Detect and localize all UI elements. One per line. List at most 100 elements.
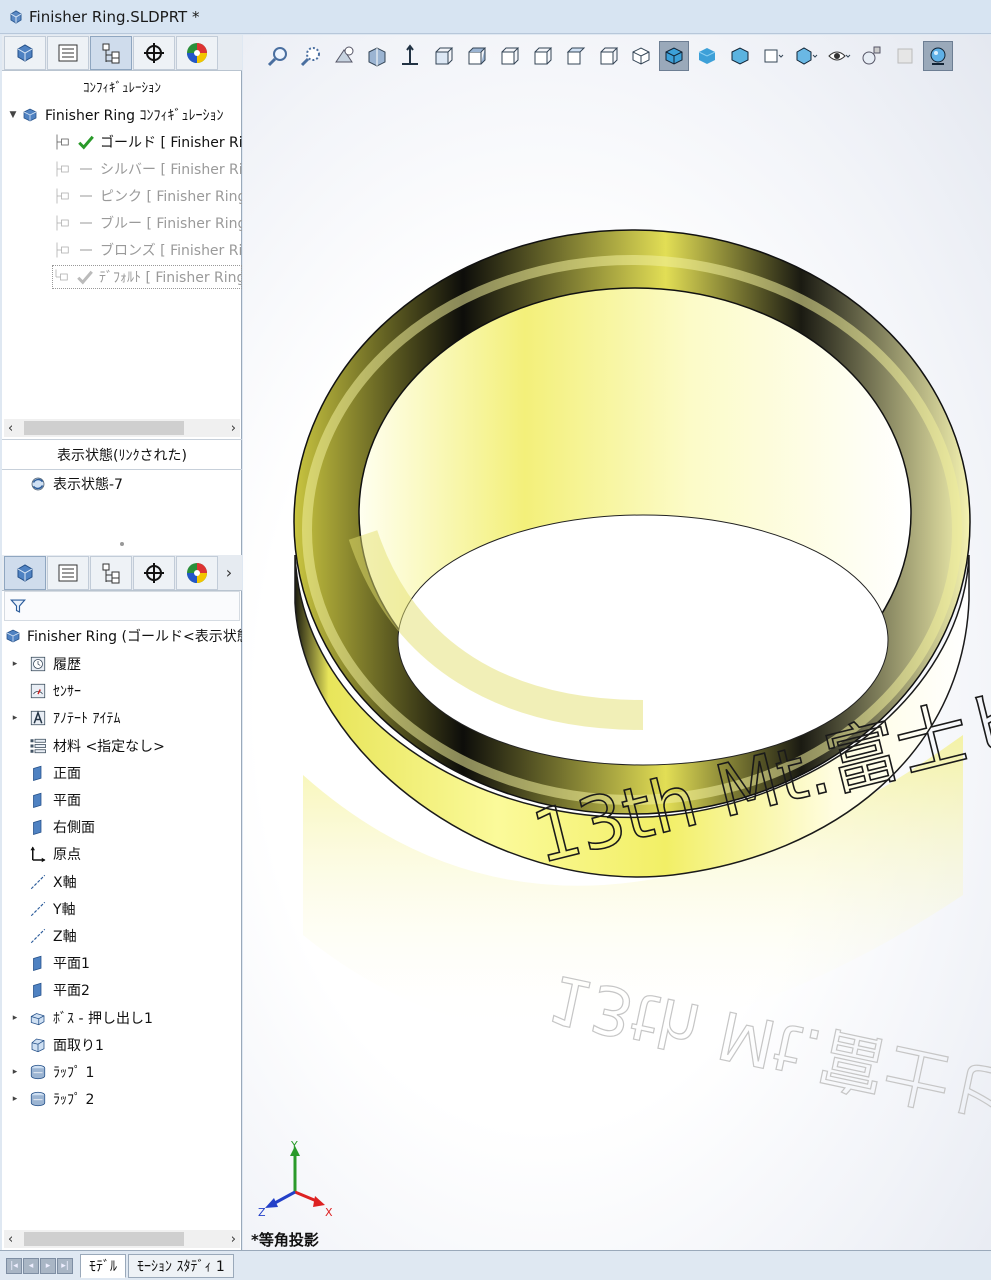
feature-tree-item[interactable]: 右側面 — [8, 815, 240, 839]
shaded-button[interactable] — [692, 41, 722, 71]
feature-tree-item[interactable]: 平面 — [8, 788, 240, 812]
tree-filter[interactable] — [4, 591, 240, 621]
hide-show-items-dropdown[interactable] — [791, 41, 821, 71]
config-horizontal-scrollbar[interactable]: ‹ › — [4, 419, 240, 437]
config-item-silver[interactable]: シルバー [ Finisher Ring — [54, 157, 242, 181]
feature-tree-item[interactable]: 平面1 — [8, 951, 240, 975]
config-item-default[interactable]: ﾃﾞﾌｫﾙﾄ [ Finisher Ring — [52, 265, 242, 289]
graphics-viewport[interactable]: 13th Mt.富士ヒルク 13th Mt.富士ヒルク Y X Z *等角投影 — [243, 35, 991, 1250]
tab-feature-manager[interactable] — [4, 35, 46, 70]
feature-tree-item[interactable]: 正面 — [8, 761, 240, 785]
plane-icon — [28, 790, 48, 810]
feature-tree-item-label: 右側面 — [53, 820, 95, 836]
expand-arrow-icon[interactable]: ▸ — [8, 713, 22, 723]
cube-view-icon — [468, 47, 487, 65]
tab-dimxpert-manager[interactable] — [133, 35, 175, 70]
view-right-button[interactable] — [527, 41, 557, 71]
view-front-button[interactable] — [428, 41, 458, 71]
history-icon — [28, 654, 48, 674]
view-back-button[interactable] — [461, 41, 491, 71]
shaded-with-edges-button[interactable] — [659, 41, 689, 71]
config-branch-icon — [54, 240, 72, 260]
tab-feature-manager-2[interactable] — [4, 555, 46, 590]
display-state-label: 表示状態-7 — [53, 477, 123, 493]
hidden-lines-button[interactable] — [725, 41, 755, 71]
feature-tree-item[interactable]: ｾﾝｻｰ — [8, 679, 240, 703]
config-item-blue[interactable]: ブルー [ Finisher Ring ] — [54, 211, 242, 235]
plane-icon — [28, 763, 48, 783]
feature-tree-item[interactable]: 面取り1 — [8, 1033, 240, 1057]
tab-display-manager[interactable] — [176, 35, 218, 70]
next-tab-icon[interactable]: ▸ — [40, 1257, 56, 1274]
view-orientation-button[interactable] — [395, 41, 425, 71]
first-tab-icon[interactable]: |◂ — [6, 1257, 22, 1274]
feature-tree-item[interactable]: Z軸 — [8, 924, 240, 948]
coordinate-triad: Y X Z — [258, 1140, 333, 1219]
apply-scene-button[interactable] — [890, 41, 920, 71]
feature-tree-item[interactable]: ▸ ﾗｯﾌﾟ 1 — [8, 1060, 240, 1084]
feature-tree-item[interactable]: ▸ 履歴 — [8, 652, 240, 676]
tab-property-manager[interactable] — [47, 35, 89, 70]
more-tabs-chevron-icon[interactable]: › — [219, 556, 239, 590]
expand-arrow-icon[interactable]: ▸ — [8, 1067, 22, 1077]
config-branch-icon — [54, 132, 72, 152]
tab-configuration-manager[interactable] — [90, 35, 132, 70]
scroll-left-icon[interactable]: ‹ — [8, 1232, 13, 1247]
config-item-gold[interactable]: ゴールド [ Finisher Ring — [54, 130, 242, 154]
config-item-bronze[interactable]: ブロンズ [ Finisher Ring — [54, 238, 242, 262]
view-left-button[interactable] — [494, 41, 524, 71]
config-root[interactable]: ▼ Finisher Ring ｺﾝﾌｨｷﾞｭﾚｰｼｮﾝ — [6, 103, 242, 127]
filter-icon[interactable] — [9, 597, 27, 615]
appearance-sphere-icon — [187, 42, 207, 63]
feature-tree-item[interactable]: Y軸 — [8, 897, 240, 921]
ring-model[interactable]: 13th Mt.富士ヒルク 13th Mt.富士ヒルク — [243, 35, 991, 1250]
view-isometric-button[interactable] — [626, 41, 656, 71]
feature-tree-item-label: 原点 — [53, 847, 81, 863]
tab-display-manager-2[interactable] — [176, 555, 218, 590]
config-item-pink[interactable]: ピンク [ Finisher Ring ] — [54, 184, 242, 208]
tab-dimxpert-manager-2[interactable] — [133, 555, 175, 590]
expand-arrow-icon[interactable]: ▸ — [8, 1094, 22, 1104]
tree-horizontal-scrollbar[interactable]: ‹ › — [4, 1230, 240, 1248]
realview-graphics-button[interactable] — [923, 41, 953, 71]
zoom-to-fit-button[interactable] — [263, 41, 293, 71]
collapse-arrow-icon[interactable]: ▼ — [6, 110, 20, 120]
prev-tab-icon[interactable]: ◂ — [23, 1257, 39, 1274]
view-visibility-dropdown[interactable] — [824, 41, 854, 71]
feature-tree-item[interactable]: ▸ ｱﾉﾃｰﾄ ｱｲﾃﾑ — [8, 706, 240, 730]
expand-arrow-icon[interactable]: ▸ — [8, 1013, 22, 1023]
tab-configuration-manager-2[interactable] — [90, 555, 132, 590]
scroll-left-icon[interactable]: ‹ — [8, 421, 13, 436]
last-tab-icon[interactable]: ▸| — [57, 1257, 73, 1274]
config-item-label: ピンク [ Finisher Ring ] — [100, 189, 242, 205]
triad-y-label: Y — [290, 1140, 298, 1152]
bottom-tab-bar: |◂ ◂ ▸ ▸| ﾓﾃﾞﾙ ﾓｰｼｮﾝ ｽﾀﾃﾞｨ 1 — [0, 1250, 991, 1280]
previous-view-button[interactable] — [329, 41, 359, 71]
view-settings-dropdown[interactable] — [758, 41, 788, 71]
view-top-button[interactable] — [560, 41, 590, 71]
feature-tree-root[interactable]: Finisher Ring (ゴールド<表示状態 — [4, 624, 242, 648]
feature-tree-item-label: X軸 — [53, 875, 77, 891]
scroll-right-icon[interactable]: › — [231, 421, 236, 436]
display-state-item[interactable]: 表示状態-7 — [28, 472, 238, 496]
dash-icon — [77, 240, 95, 260]
feature-tree-item[interactable]: 平面2 — [8, 978, 240, 1002]
feature-tree-item[interactable]: ▸ ﾗｯﾌﾟ 2 — [8, 1087, 240, 1111]
feature-tree-item[interactable]: ▸ ﾎﾞｽ - 押し出し1 — [8, 1006, 240, 1030]
scrollbar-thumb[interactable] — [24, 421, 184, 435]
splitter-grip[interactable] — [120, 542, 124, 546]
tab-motion-study[interactable]: ﾓｰｼｮﾝ ｽﾀﾃﾞｨ 1 — [128, 1253, 234, 1278]
expand-arrow-icon[interactable]: ▸ — [8, 659, 22, 669]
feature-tree-item[interactable]: 材料 <指定なし> — [8, 734, 240, 758]
zoom-to-area-button[interactable] — [296, 41, 326, 71]
feature-tree-item[interactable]: X軸 — [8, 870, 240, 894]
tab-model[interactable]: ﾓﾃﾞﾙ — [80, 1253, 126, 1278]
view-bottom-button[interactable] — [593, 41, 623, 71]
appearance-sphere-icon — [187, 562, 207, 583]
scroll-right-icon[interactable]: › — [231, 1232, 236, 1247]
scrollbar-thumb[interactable] — [24, 1232, 184, 1246]
tab-property-manager-2[interactable] — [47, 555, 89, 590]
section-view-button[interactable] — [362, 41, 392, 71]
edit-appearance-button[interactable] — [857, 41, 887, 71]
feature-tree-item[interactable]: 原点 — [8, 842, 240, 866]
